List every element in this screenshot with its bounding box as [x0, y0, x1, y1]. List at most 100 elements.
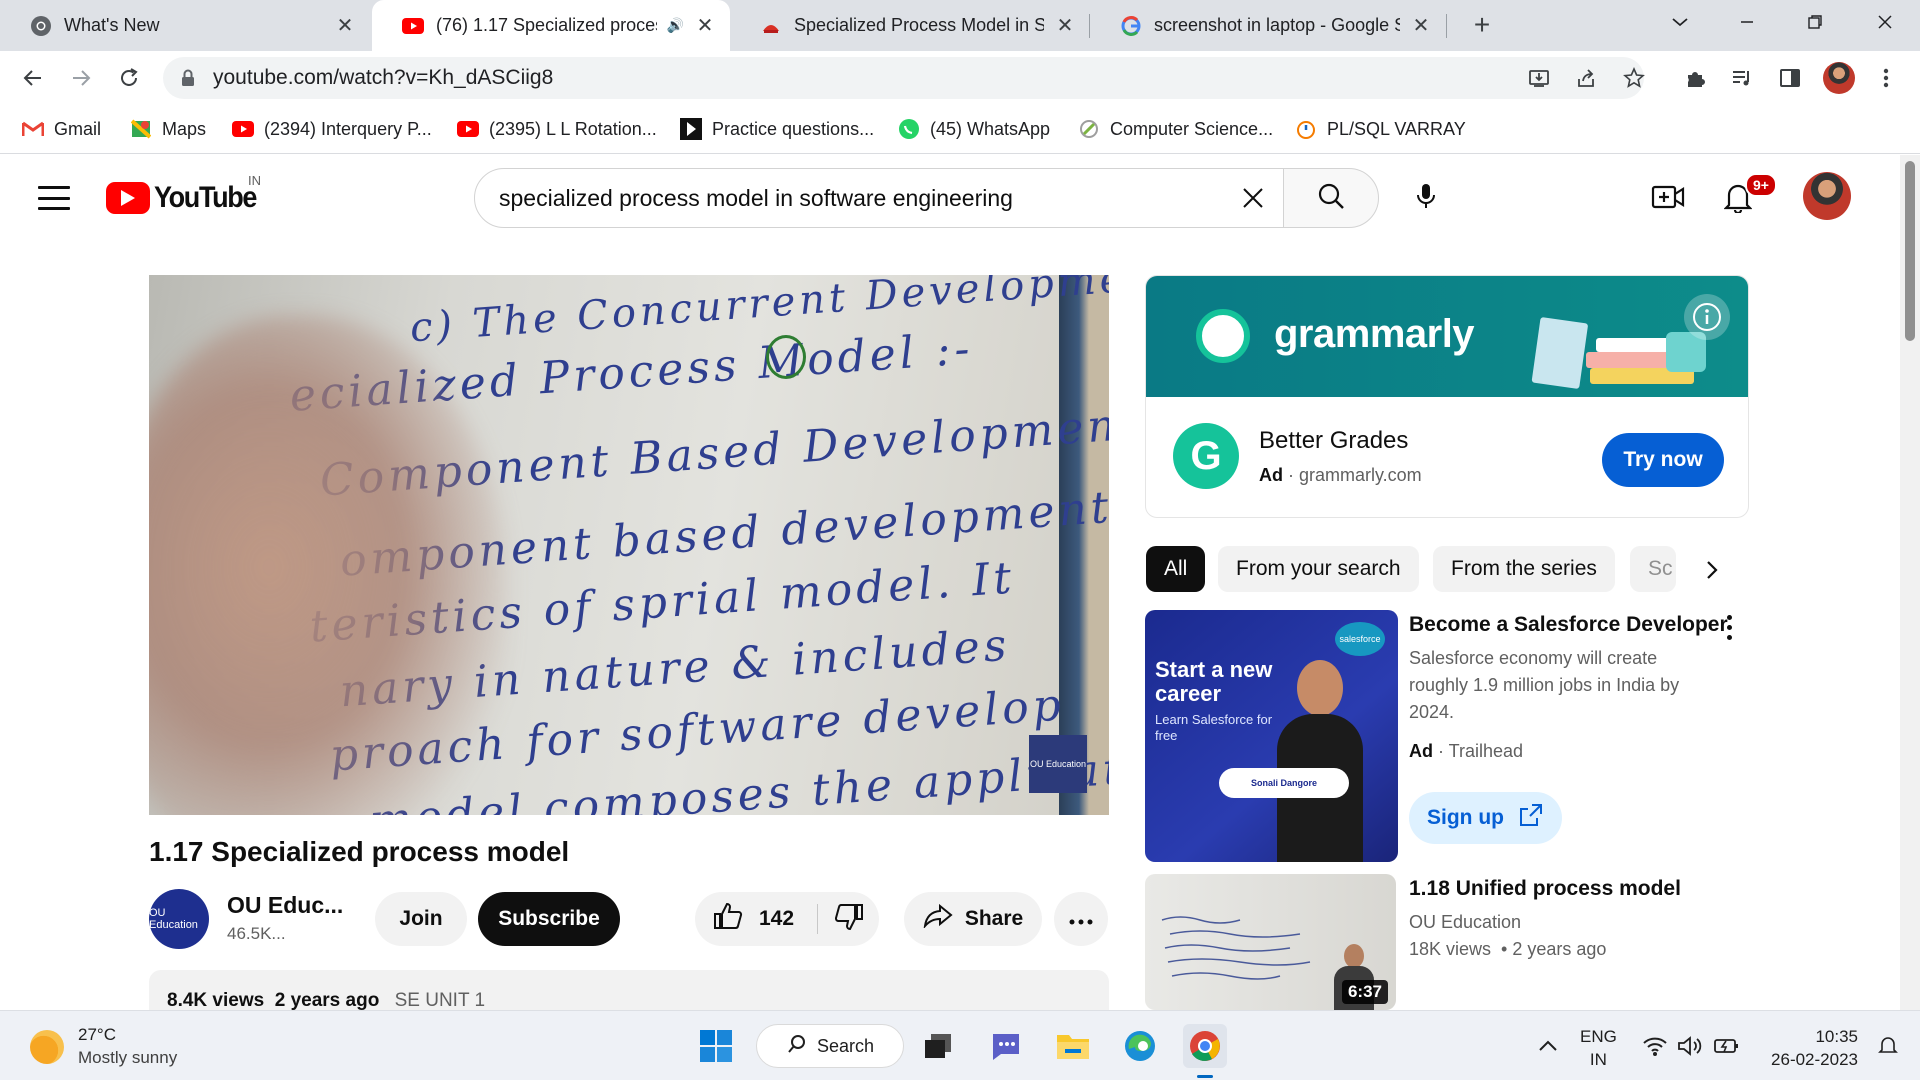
- rec-thumbnail[interactable]: 6:37: [1145, 874, 1396, 1010]
- tab-title: Specialized Process Model in Sof: [794, 15, 1044, 35]
- video-tag[interactable]: SE UNIT 1: [395, 990, 485, 1010]
- chip-truncated[interactable]: Sc: [1630, 546, 1676, 592]
- try-now-button[interactable]: Try now: [1602, 433, 1724, 487]
- lock-icon[interactable]: [179, 69, 197, 87]
- scrollbar-thumb[interactable]: [1905, 161, 1915, 341]
- bookmark-interquery[interactable]: (2394) Interquery P...: [232, 116, 432, 142]
- more-actions-button[interactable]: [1054, 892, 1108, 946]
- tab-search-chevron-icon[interactable]: [1650, 0, 1710, 44]
- chevron-right-icon[interactable]: [1692, 550, 1732, 590]
- like-count: 142: [759, 907, 795, 930]
- subscribe-button[interactable]: Subscribe: [478, 892, 620, 946]
- forward-arrow-icon[interactable]: [66, 63, 96, 93]
- share-arrow-icon: [923, 903, 953, 934]
- temperature: 27°C: [78, 1025, 116, 1044]
- bookmark-label: (45) WhatsApp: [930, 118, 1051, 139]
- kebab-menu-icon[interactable]: [1871, 63, 1901, 93]
- grammarly-ad-card[interactable]: grammarly G Better Grades Ad · grammarly…: [1145, 275, 1749, 518]
- share-page-icon[interactable]: [1571, 63, 1601, 93]
- media-controls-icon[interactable]: [1727, 63, 1757, 93]
- bookmark-star-icon[interactable]: [1619, 63, 1649, 93]
- channel-avatar[interactable]: OU Education: [149, 889, 209, 949]
- whatsapp-icon: [898, 118, 920, 140]
- chip-from-the-series[interactable]: From the series: [1433, 546, 1615, 592]
- account-avatar[interactable]: [1803, 172, 1851, 220]
- search-button[interactable]: [1283, 168, 1379, 228]
- rec-title[interactable]: 1.18 Unified process model: [1409, 877, 1681, 901]
- subscriber-count: 46.5K...: [227, 924, 286, 943]
- install-app-icon[interactable]: [1524, 63, 1554, 93]
- language-code: ENG: [1580, 1027, 1617, 1046]
- clear-search-icon[interactable]: [1223, 186, 1283, 210]
- channel-name[interactable]: OU Educ...: [227, 892, 343, 919]
- back-arrow-icon[interactable]: [18, 63, 48, 93]
- youtube-header: YouTube IN specialized process model in …: [0, 155, 1900, 239]
- bookmark-practice-questions[interactable]: Practice questions...: [680, 116, 874, 142]
- weather-widget[interactable]: 27°C Mostly sunny: [30, 1025, 177, 1068]
- create-video-icon[interactable]: [1648, 177, 1688, 217]
- close-icon[interactable]: ✕: [1054, 15, 1076, 37]
- tab-youtube-video[interactable]: (76) 1.17 Specialized process 🔊 ✕: [372, 0, 730, 51]
- bookmark-ll-rotation[interactable]: (2395) L L Rotation...: [457, 116, 657, 142]
- tab-google-search[interactable]: screenshot in laptop - Google Se ✕: [1090, 0, 1446, 51]
- youtube-logo[interactable]: YouTube IN: [106, 173, 267, 215]
- voice-search-button[interactable]: [1398, 170, 1454, 226]
- description-box[interactable]: 8.4K views 2 years ago SE UNIT 1: [149, 970, 1109, 1010]
- minimize-icon[interactable]: [1717, 0, 1777, 44]
- tab-title: screenshot in laptop - Google Se: [1154, 15, 1400, 35]
- join-button[interactable]: Join: [375, 892, 467, 946]
- page-scrollbar[interactable]: [1900, 155, 1920, 1010]
- close-window-icon[interactable]: [1855, 0, 1915, 44]
- rec-title[interactable]: Become a Salesforce Developer: [1409, 613, 1728, 637]
- extensions-icon[interactable]: [1680, 63, 1710, 93]
- edge-browser-icon[interactable]: [1118, 1024, 1162, 1068]
- chip-all[interactable]: All: [1146, 546, 1206, 592]
- menu-icon[interactable]: [38, 186, 70, 210]
- chrome-taskbar-icon[interactable]: [1183, 1024, 1227, 1068]
- file-explorer-icon[interactable]: [1051, 1024, 1095, 1068]
- sign-up-button[interactable]: Sign up: [1409, 792, 1562, 844]
- chip-from-your-search[interactable]: From your search: [1218, 546, 1419, 592]
- teams-chat-icon[interactable]: [984, 1024, 1028, 1068]
- windows-start-icon[interactable]: [694, 1024, 738, 1068]
- bookmark-whatsapp[interactable]: (45) WhatsApp: [898, 116, 1050, 142]
- side-panel-icon[interactable]: [1775, 63, 1805, 93]
- ad-banner[interactable]: grammarly: [1146, 276, 1748, 397]
- bookmark-maps[interactable]: Maps: [130, 116, 206, 142]
- bookmark-label: (2394) Interquery P...: [264, 118, 432, 139]
- video-player[interactable]: c) The Concurrent Development model ecia…: [149, 275, 1109, 815]
- ad-info-icon[interactable]: [1684, 294, 1730, 340]
- more-horizontal-icon: [1069, 907, 1093, 931]
- speaker-icon[interactable]: 🔊: [667, 17, 684, 34]
- language-indicator[interactable]: ENG IN: [1580, 1025, 1617, 1071]
- tab-specialized-process[interactable]: Specialized Process Model in Sof ✕: [730, 0, 1090, 51]
- bookmark-gmail[interactable]: Gmail: [22, 116, 101, 142]
- close-icon[interactable]: ✕: [1410, 15, 1432, 37]
- reload-icon[interactable]: [114, 63, 144, 93]
- taskbar-search[interactable]: Search: [756, 1024, 904, 1068]
- address-bar[interactable]: youtube.com/watch?v=Kh_dASCiig8: [163, 57, 1644, 99]
- clock[interactable]: 10:35 26-02-2023: [1758, 1025, 1858, 1071]
- notification-center-icon[interactable]: [1866, 1024, 1910, 1068]
- salesforce-ad-thumbnail[interactable]: Start a new career Learn Salesforce for …: [1145, 610, 1398, 862]
- search-input[interactable]: specialized process model in software en…: [474, 168, 1284, 228]
- close-icon[interactable]: ✕: [694, 15, 716, 37]
- dislike-button[interactable]: [818, 892, 879, 946]
- bookmark-plsql-varray[interactable]: PL/SQL VARRAY: [1295, 116, 1466, 142]
- profile-avatar[interactable]: [1823, 62, 1855, 94]
- new-tab-button[interactable]: +: [1466, 10, 1498, 42]
- like-button[interactable]: 142: [695, 892, 817, 946]
- chevron-up-icon[interactable]: [1526, 1024, 1570, 1068]
- rec-channel[interactable]: OU Education: [1409, 909, 1521, 936]
- ad-headline[interactable]: Better Grades: [1259, 427, 1408, 455]
- battery-icon[interactable]: [1705, 1024, 1749, 1068]
- task-view-icon[interactable]: [916, 1024, 960, 1068]
- rec-meta: 18K views • 2 years ago: [1409, 939, 1607, 959]
- close-icon[interactable]: ✕: [334, 15, 356, 37]
- thumbs-down-icon: [834, 903, 864, 936]
- tab-whats-new[interactable]: What's New ✕: [0, 0, 370, 51]
- bookmark-computer-science[interactable]: Computer Science...: [1078, 116, 1273, 142]
- rec-menu-icon[interactable]: [1714, 609, 1744, 645]
- restore-icon[interactable]: [1785, 0, 1845, 44]
- share-button[interactable]: Share: [904, 892, 1042, 946]
